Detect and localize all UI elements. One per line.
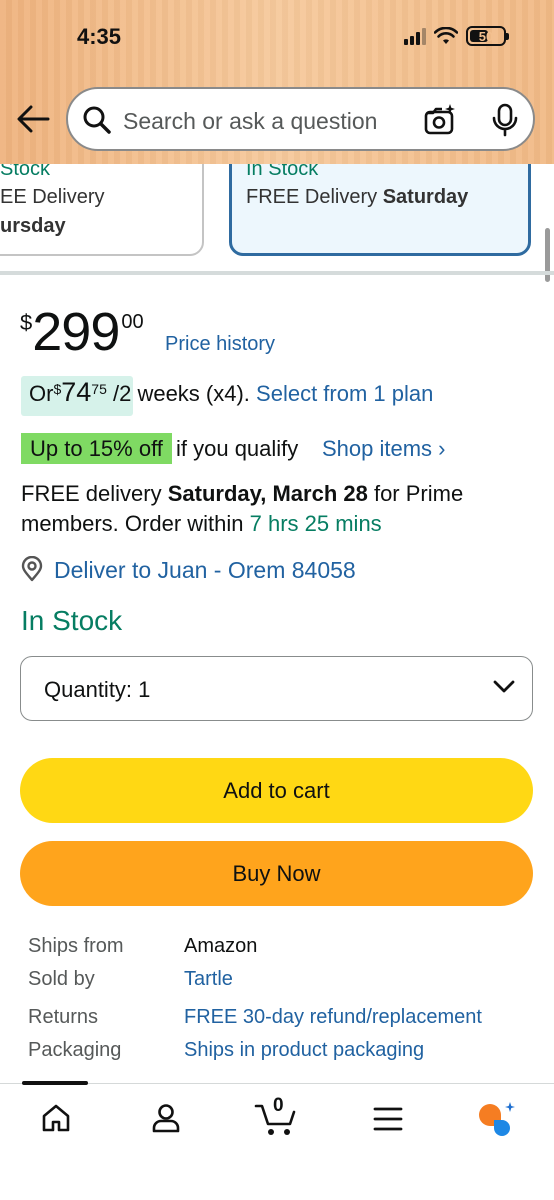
delivery-date: Saturday, March 28 <box>167 481 368 506</box>
card-delivery-day: ursday <box>0 215 66 237</box>
detail-value: Amazon <box>184 935 258 957</box>
card-delivery-day: Saturday <box>382 186 469 208</box>
active-tab-indicator <box>22 1081 88 1085</box>
quantity-dropdown[interactable]: Quantity: 1 <box>20 656 533 721</box>
top-header: 4:35 50 Search or ask a question <box>0 0 554 164</box>
shop-items-link[interactable]: Shop items › <box>322 436 446 462</box>
cart-icon[interactable]: 0 <box>254 1095 300 1138</box>
price-currency: $ <box>20 310 33 335</box>
detail-label: Returns <box>28 1006 99 1028</box>
delivery-message: FREE delivery Saturday, March 28 for Pri… <box>21 481 470 536</box>
card-delivery-text: EE Delivery <box>0 186 105 208</box>
chevron-down-icon <box>493 680 515 693</box>
back-arrow-icon[interactable] <box>14 102 52 136</box>
price-whole: 299 <box>32 302 120 362</box>
returns-link[interactable]: FREE 30-day refund/replacement <box>184 1006 482 1029</box>
cart-count: 0 <box>273 1095 284 1116</box>
deliver-to-link[interactable]: Deliver to Juan - Orem 84058 <box>54 557 356 584</box>
camera-search-icon[interactable] <box>423 103 457 137</box>
battery-level: 50 <box>478 28 494 44</box>
search-input[interactable]: Search or ask a question <box>66 87 535 151</box>
delivery-option-card[interactable]: Stock EE Delivery ursday <box>0 150 204 256</box>
account-icon[interactable] <box>150 1102 182 1134</box>
microphone-icon[interactable] <box>492 103 518 137</box>
discount-text: if you qualify <box>176 436 299 461</box>
location-pin-icon[interactable] <box>20 556 44 582</box>
delivery-option-card-selected[interactable]: In Stock FREE Delivery Saturday <box>229 150 531 256</box>
quantity-label: Quantity: 1 <box>44 677 151 702</box>
price-fraction: 00 <box>121 311 144 333</box>
rufus-ai-icon[interactable] <box>476 1100 518 1138</box>
buy-now-button[interactable]: Buy Now <box>20 841 533 906</box>
detail-label: Sold by <box>28 968 95 990</box>
search-icon <box>83 106 111 134</box>
cellular-signal-icon <box>404 27 426 45</box>
order-countdown: 7 hrs 25 mins <box>249 511 382 536</box>
seller-link[interactable]: Tartle <box>184 968 233 991</box>
status-time: 4:35 <box>77 24 122 49</box>
section-divider <box>0 271 554 275</box>
add-to-cart-button[interactable]: Add to cart <box>20 758 533 823</box>
detail-label: Ships from <box>28 935 124 957</box>
installment-offer: Or $ 74 75 /2 weeks (x4). Select from 1 … <box>29 377 434 407</box>
price: $ 299 00 <box>20 305 144 359</box>
packaging-link[interactable]: Ships in product packaging <box>184 1039 424 1062</box>
card-delivery-text: FREE Delivery Saturday <box>246 186 469 208</box>
search-placeholder: Search or ask a question <box>123 108 378 134</box>
status-icons: 50 <box>404 26 509 46</box>
bottom-navigation: 0 <box>0 1081 554 1200</box>
wifi-icon <box>434 27 458 44</box>
installment-amount: 74 <box>61 377 92 407</box>
menu-icon[interactable] <box>372 1106 404 1132</box>
home-icon[interactable] <box>40 1102 72 1134</box>
discount-badge: Up to 15% off <box>21 433 172 464</box>
stock-status: In Stock <box>21 605 123 636</box>
detail-label: Packaging <box>28 1039 122 1061</box>
select-plan-link[interactable]: Select from 1 plan <box>256 381 433 407</box>
price-history-link[interactable]: Price history <box>165 333 275 356</box>
battery-icon: 50 <box>466 26 509 46</box>
